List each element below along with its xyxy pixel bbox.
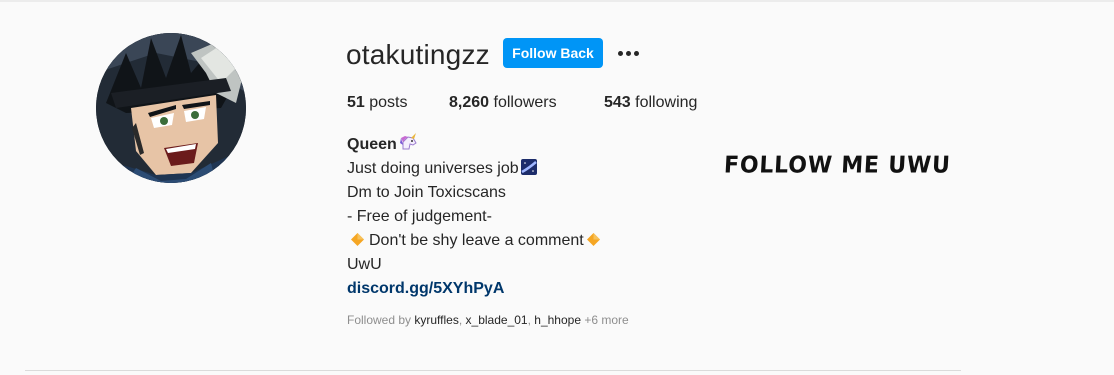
posts-stat: 51 posts	[347, 93, 449, 113]
followed-by-prefix: Followed by	[347, 313, 412, 327]
bio-line-1-text: Just doing universes job	[347, 160, 519, 177]
bio-line-1: Just doing universes job	[347, 157, 601, 181]
bio-line-5: UwU	[347, 256, 382, 273]
bio-line-3: - Free of judgement-	[347, 208, 492, 225]
follow-back-button[interactable]: Follow Back	[503, 38, 603, 68]
avatar-image	[96, 33, 246, 183]
followed-by-name[interactable]: x_blade_01	[466, 313, 528, 327]
profile-username: otakutingzz	[346, 39, 490, 70]
unicorn-emoji-icon	[399, 133, 419, 159]
bio-line-4-text: Don't be shy leave a comment	[369, 232, 584, 249]
posts-count: 51	[347, 94, 365, 111]
profile-stats: 51 posts 8,260 followers 543 following	[347, 93, 697, 113]
posts-label: posts	[369, 94, 408, 111]
followers-label: followers	[493, 94, 557, 111]
bio-name: Queen	[347, 136, 397, 153]
followers-stat[interactable]: 8,260 followers	[449, 93, 604, 113]
bio-line-4: Don't be shy leave a comment	[347, 229, 601, 253]
following-label: following	[635, 94, 698, 111]
profile-bio: Queen Just doing universes job Dm to Joi…	[347, 133, 601, 301]
followed-by-name[interactable]: h_hhope	[534, 313, 581, 327]
bio-name-line: Queen	[347, 133, 601, 157]
followed-by-name[interactable]: kyruffles	[414, 313, 458, 327]
orange-diamond-icon	[586, 231, 601, 255]
followed-by[interactable]: Followed by kyruffles, x_blade_01, h_hho…	[347, 312, 629, 328]
bio-line-2: Dm to Join Toxicscans	[347, 184, 506, 201]
bio-link-line: discord.gg/5XYhPyA	[347, 277, 601, 301]
followers-count: 8,260	[449, 94, 490, 111]
bottom-divider	[25, 370, 961, 371]
followed-by-more[interactable]: +6 more	[584, 313, 628, 327]
milky-way-emoji-icon	[520, 159, 537, 183]
following-count: 543	[604, 94, 631, 111]
profile-avatar[interactable]	[96, 33, 246, 183]
following-stat[interactable]: 543 following	[604, 93, 697, 113]
overlay-caption: FOLLOW ME UWU	[723, 152, 952, 179]
ellipsis-icon[interactable]	[614, 40, 642, 66]
bio-discord-link[interactable]: discord.gg/5XYhPyA	[347, 280, 504, 297]
top-divider	[0, 0, 1114, 2]
orange-diamond-icon	[350, 231, 365, 255]
